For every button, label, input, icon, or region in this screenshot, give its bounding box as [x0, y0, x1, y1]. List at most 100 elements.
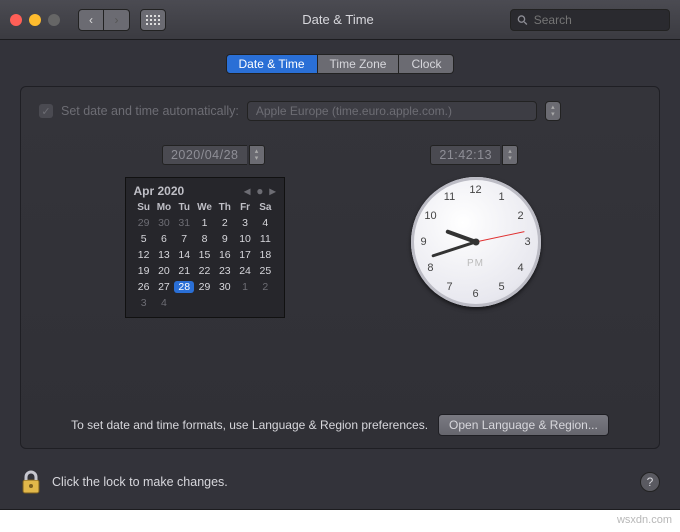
- auto-set-row: ✓ Set date and time automatically: Apple…: [39, 101, 641, 121]
- grid-icon: [146, 15, 160, 25]
- calendar-day[interactable]: 30: [215, 281, 235, 293]
- calendar-day[interactable]: 24: [235, 265, 255, 277]
- calendar-day[interactable]: 10: [235, 233, 255, 245]
- chevron-right-icon: ›: [115, 13, 119, 27]
- calendar-day[interactable]: 26: [134, 281, 154, 293]
- analog-clock-wrap: PM 121234567891011: [396, 177, 556, 307]
- calendar-day[interactable]: 13: [154, 249, 174, 261]
- calendar-day[interactable]: 30: [154, 217, 174, 229]
- clock-second-hand: [475, 231, 524, 242]
- calendar-dow: Sa: [255, 202, 275, 213]
- chevron-up-icon: ▴: [508, 148, 512, 155]
- calendar-day[interactable]: 21: [174, 265, 194, 277]
- time-server-value: Apple Europe (time.euro.apple.com.): [256, 104, 452, 118]
- clock-number: 10: [421, 210, 439, 222]
- clock-center-pin: [472, 239, 479, 246]
- checkmark-icon: ✓: [41, 105, 50, 118]
- open-language-region-button[interactable]: Open Language & Region...: [438, 414, 609, 436]
- formats-row: To set date and time formats, use Langua…: [39, 404, 641, 436]
- calendar-day[interactable]: 7: [174, 233, 194, 245]
- tab-clock[interactable]: Clock: [399, 54, 454, 74]
- auto-set-label: Set date and time automatically:: [61, 104, 239, 118]
- settings-panel: ✓ Set date and time automatically: Apple…: [20, 86, 660, 449]
- tab-time-zone[interactable]: Time Zone: [318, 54, 400, 74]
- back-button[interactable]: ‹: [78, 9, 104, 31]
- calendar[interactable]: Apr 2020 ◂ ● ▸ SuMoTuWeThFrSa29303112345…: [125, 177, 285, 318]
- calendar-day[interactable]: 11: [255, 233, 275, 245]
- clock-number: 12: [467, 184, 485, 196]
- search-input[interactable]: [532, 12, 663, 28]
- time-server-stepper[interactable]: ▴ ▾: [545, 101, 561, 121]
- calendar-day[interactable]: 8: [194, 233, 214, 245]
- calendar-day[interactable]: 4: [255, 217, 275, 229]
- date-field-wrap: 2020/04/28 ▴ ▾: [162, 145, 265, 165]
- calendar-day[interactable]: 25: [255, 265, 275, 277]
- clock-number: 11: [441, 191, 459, 203]
- calendar-day[interactable]: 29: [134, 217, 154, 229]
- calendar-day[interactable]: 2: [215, 217, 235, 229]
- search-field[interactable]: [510, 9, 670, 31]
- calendar-day[interactable]: 6: [154, 233, 174, 245]
- lock-row: Click the lock to make changes. ?: [0, 459, 680, 509]
- chevron-down-icon: ▾: [508, 155, 512, 162]
- calendar-day[interactable]: 16: [215, 249, 235, 261]
- calendar-day[interactable]: 23: [215, 265, 235, 277]
- calendar-day[interactable]: 5: [134, 233, 154, 245]
- calendar-day[interactable]: 1: [194, 217, 214, 229]
- auto-set-checkbox[interactable]: ✓: [39, 104, 53, 118]
- chevron-up-icon: ▴: [551, 104, 555, 111]
- calendar-day[interactable]: 27: [154, 281, 174, 293]
- calendar-day[interactable]: 1: [235, 281, 255, 293]
- calendar-day[interactable]: 4: [154, 297, 174, 309]
- close-window-button[interactable]: [10, 14, 22, 26]
- calendar-day[interactable]: 3: [235, 217, 255, 229]
- calendar-day[interactable]: 14: [174, 249, 194, 261]
- calendar-month-label: Apr 2020: [134, 184, 185, 198]
- nav-buttons: ‹ ›: [78, 9, 130, 31]
- date-time-fields: 2020/04/28 ▴ ▾ 21:42:13 ▴ ▾: [79, 145, 601, 165]
- help-button[interactable]: ?: [640, 472, 660, 492]
- chevron-down-icon: ▾: [255, 155, 259, 162]
- calendar-dow: Tu: [174, 202, 194, 213]
- calendar-prev-button[interactable]: ◂: [244, 184, 250, 198]
- calendar-dow: We: [194, 202, 214, 213]
- calendar-day[interactable]: 15: [194, 249, 214, 261]
- time-server-dropdown[interactable]: Apple Europe (time.euro.apple.com.): [247, 101, 537, 121]
- calendar-day[interactable]: 2: [255, 281, 275, 293]
- lock-icon[interactable]: [20, 469, 42, 495]
- date-stepper[interactable]: ▴ ▾: [249, 145, 265, 165]
- calendar-day[interactable]: 29: [194, 281, 214, 293]
- window-title: Date & Time: [302, 12, 374, 27]
- calendar-today-button[interactable]: ●: [256, 184, 263, 198]
- calendar-day[interactable]: 9: [215, 233, 235, 245]
- clock-ampm: PM: [467, 258, 484, 269]
- calendar-nav: ◂ ● ▸: [244, 184, 275, 198]
- calendar-day[interactable]: 18: [255, 249, 275, 261]
- minimize-window-button[interactable]: [29, 14, 41, 26]
- calendar-day[interactable]: 12: [134, 249, 154, 261]
- calendar-day[interactable]: 17: [235, 249, 255, 261]
- titlebar: ‹ › Date & Time: [0, 0, 680, 40]
- tab-date-and-time[interactable]: Date & Time: [226, 54, 318, 74]
- calendar-day[interactable]: 22: [194, 265, 214, 277]
- calendar-day[interactable]: 28: [174, 281, 194, 293]
- calendar-day[interactable]: 31: [174, 217, 194, 229]
- calendar-day[interactable]: 3: [134, 297, 154, 309]
- calendar-dow: Th: [215, 202, 235, 213]
- time-stepper[interactable]: ▴ ▾: [502, 145, 518, 165]
- calendar-dow: Fr: [235, 202, 255, 213]
- analog-clock[interactable]: PM 121234567891011: [411, 177, 541, 307]
- calendar-grid: SuMoTuWeThFrSa29303112345678910111213141…: [134, 202, 276, 309]
- date-field[interactable]: 2020/04/28: [162, 145, 247, 165]
- show-all-button[interactable]: [140, 9, 166, 31]
- calendar-day[interactable]: 19: [134, 265, 154, 277]
- calendar-next-button[interactable]: ▸: [269, 184, 275, 198]
- forward-button[interactable]: ›: [104, 9, 130, 31]
- zoom-window-button[interactable]: [48, 14, 60, 26]
- window-controls: [10, 14, 60, 26]
- content-row: Apr 2020 ◂ ● ▸ SuMoTuWeThFrSa29303112345…: [69, 177, 611, 404]
- chevron-left-icon: ‹: [89, 13, 93, 27]
- calendar-day[interactable]: 20: [154, 265, 174, 277]
- time-field[interactable]: 21:42:13: [430, 145, 500, 165]
- search-icon: [517, 14, 528, 26]
